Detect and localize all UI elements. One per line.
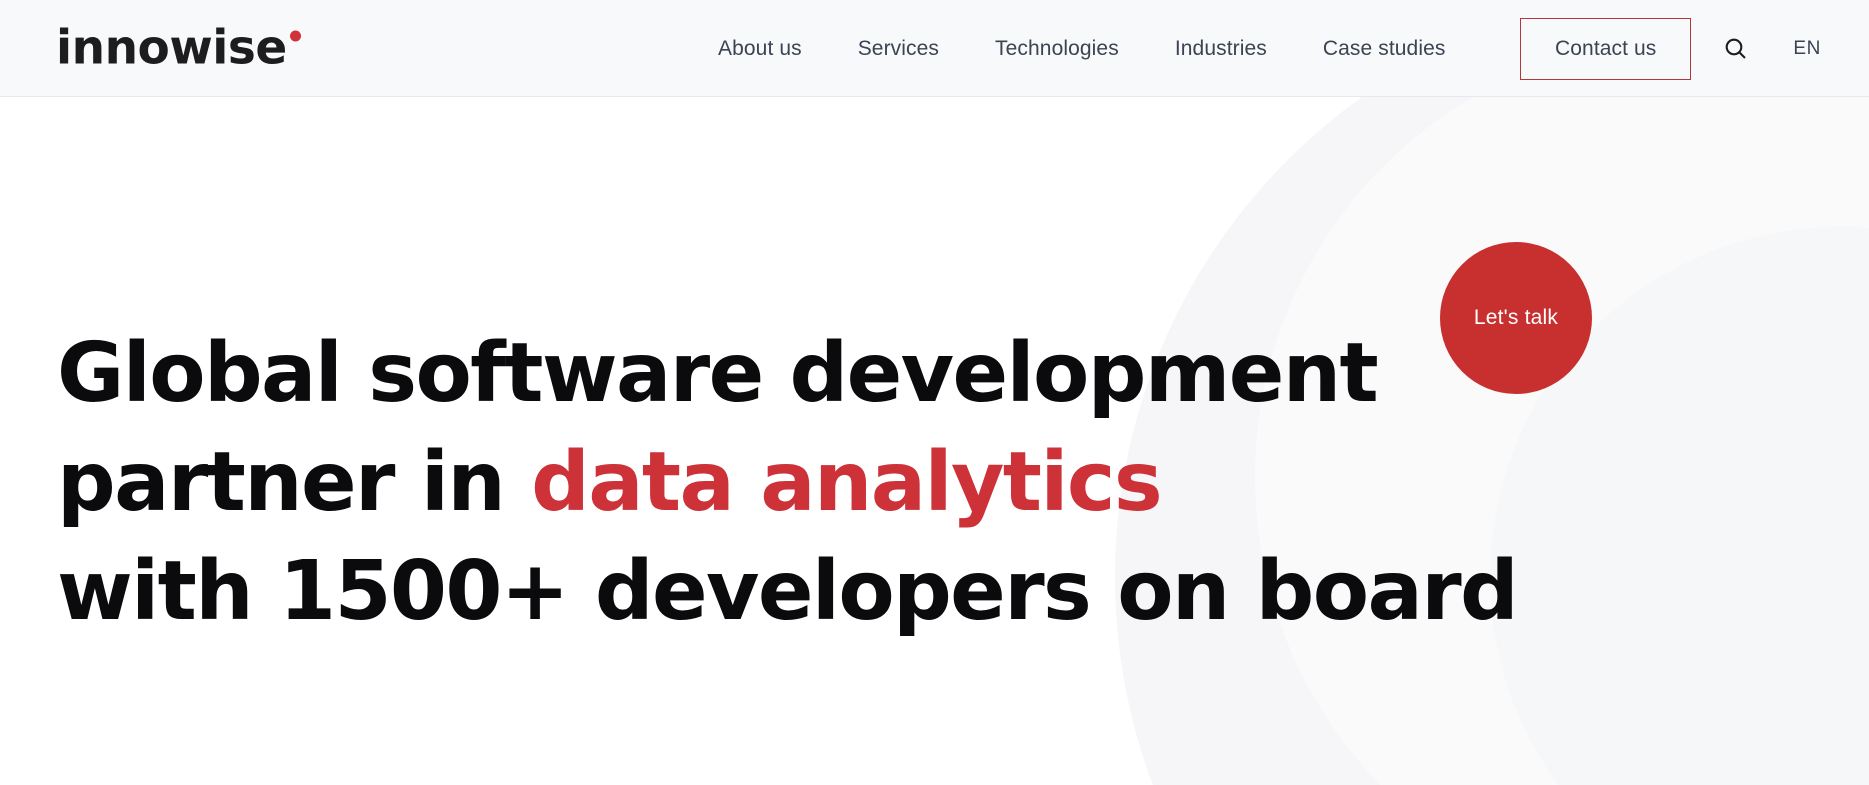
page-root: innowise About us Services Technologies …	[0, 0, 1869, 785]
language-switcher[interactable]: EN	[1783, 30, 1831, 68]
lets-talk-button[interactable]: Let's talk	[1440, 242, 1592, 394]
hero-headline-line-1: Global software development	[57, 326, 1379, 421]
hero-content: Global software development partner in d…	[0, 97, 1869, 785]
brand-logo[interactable]: innowise	[56, 25, 301, 72]
hero-headline-line-3: with 1500+ developers on board	[57, 544, 1519, 639]
hero-headline-accent: data analytics	[531, 435, 1163, 530]
contact-us-button[interactable]: Contact us	[1520, 17, 1692, 80]
brand-logo-text: innowise	[56, 20, 287, 76]
header-actions: Contact us EN	[1520, 0, 1837, 97]
nav-item-technologies[interactable]: Technologies	[967, 0, 1147, 97]
hero-headline-line-2: partner in data analytics	[57, 428, 1517, 537]
hero-headline-line-2-prefix: partner in	[57, 435, 532, 530]
site-header: innowise About us Services Technologies …	[0, 0, 1869, 97]
search-button[interactable]	[1709, 22, 1763, 76]
hero-section: Global software development partner in d…	[0, 97, 1869, 785]
search-icon	[1723, 36, 1749, 62]
nav-item-case-studies[interactable]: Case studies	[1295, 0, 1474, 97]
hero-headline: Global software development partner in d…	[57, 319, 1519, 646]
nav-item-services[interactable]: Services	[830, 0, 967, 97]
brand-dot-icon	[289, 30, 301, 42]
primary-navigation: About us Services Technologies Industrie…	[690, 0, 1473, 97]
nav-item-about-us[interactable]: About us	[690, 0, 830, 97]
nav-item-industries[interactable]: Industries	[1147, 0, 1295, 97]
